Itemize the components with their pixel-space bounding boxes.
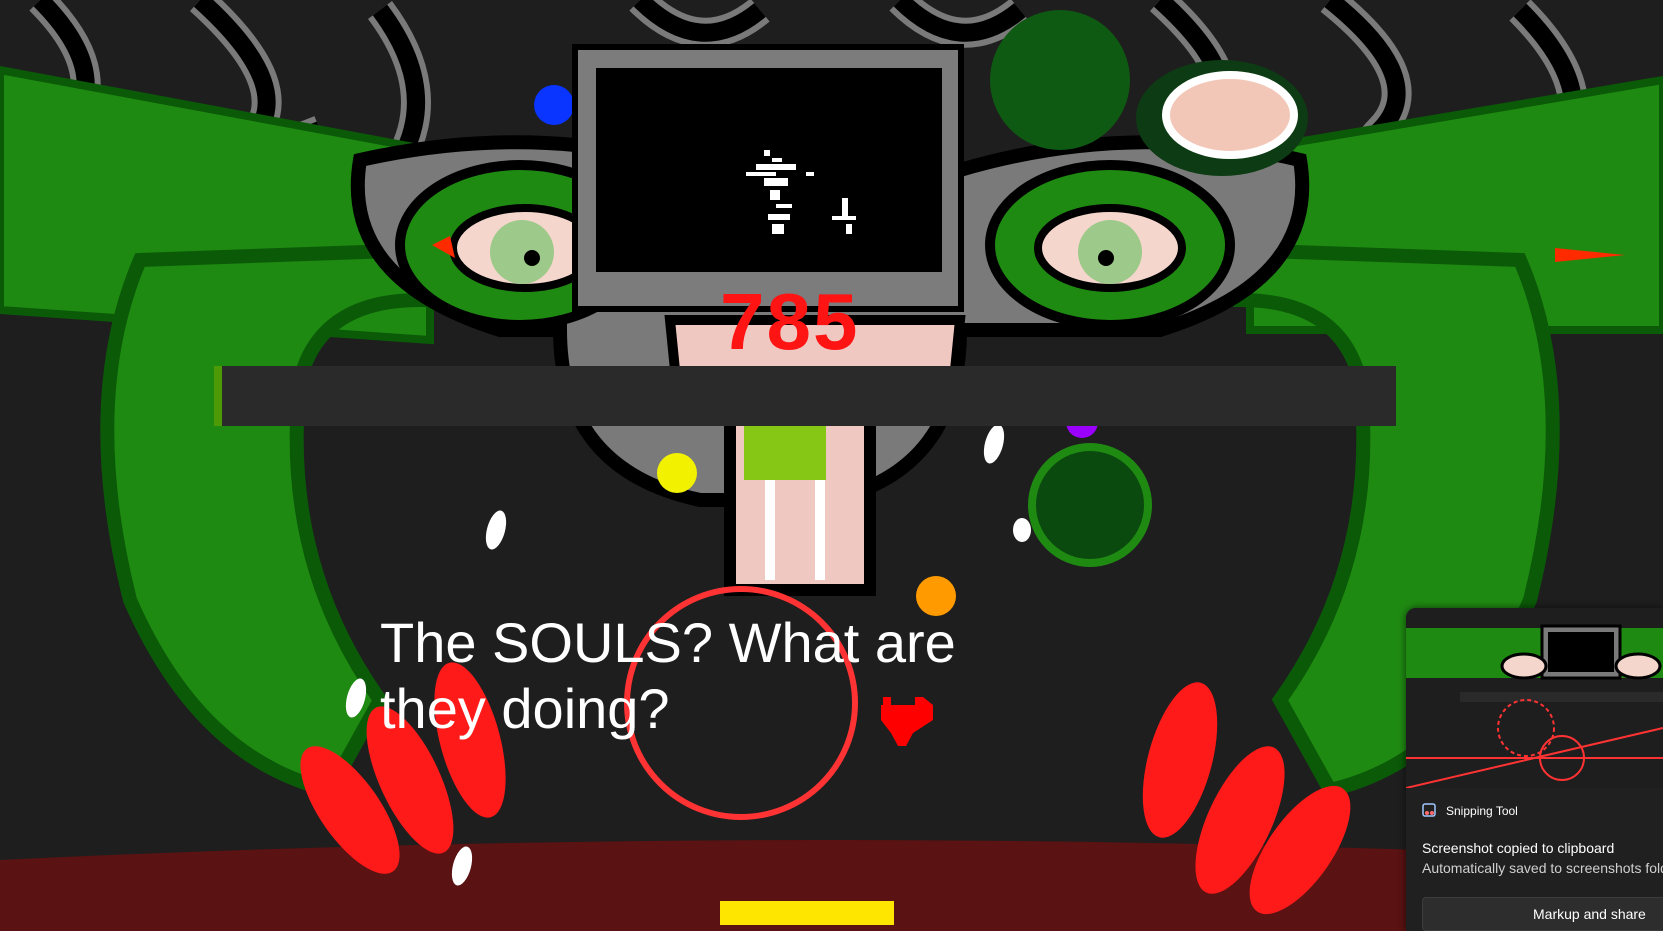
snipping-tool-icon <box>1422 803 1436 817</box>
health-bar <box>214 366 1396 426</box>
static-figure <box>746 150 856 234</box>
screenshot-thumbnail[interactable] <box>1406 608 1663 789</box>
score-counter: 785 <box>720 277 860 366</box>
dialog-line-2: they doing? <box>380 677 670 740</box>
markup-and-share-button[interactable]: Markup and share <box>1422 897 1663 931</box>
green-block <box>744 420 826 480</box>
dialog-line-1: The SOULS? What are <box>380 611 956 674</box>
egg <box>1162 71 1298 159</box>
monitor-screen <box>596 68 942 272</box>
thumbnail-image <box>1406 608 1663 789</box>
bush <box>1028 443 1152 567</box>
dialog-text: The SOULS? What are they doing? <box>380 610 1000 742</box>
toast-app-name: Snipping Tool <box>1446 804 1518 818</box>
toast-title: Screenshot copied to clipboard <box>1422 840 1615 856</box>
toast-subtitle: Automatically saved to screenshots folde… <box>1422 860 1663 876</box>
monitor-frame <box>572 44 964 312</box>
yellow-orb <box>657 453 697 493</box>
health-bar-fill <box>214 366 222 426</box>
turn-timer-bar <box>720 901 894 925</box>
blue-orb <box>534 85 574 125</box>
snipping-toast[interactable]: Snipping Tool Screenshot copied to clipb… <box>1406 608 1663 931</box>
